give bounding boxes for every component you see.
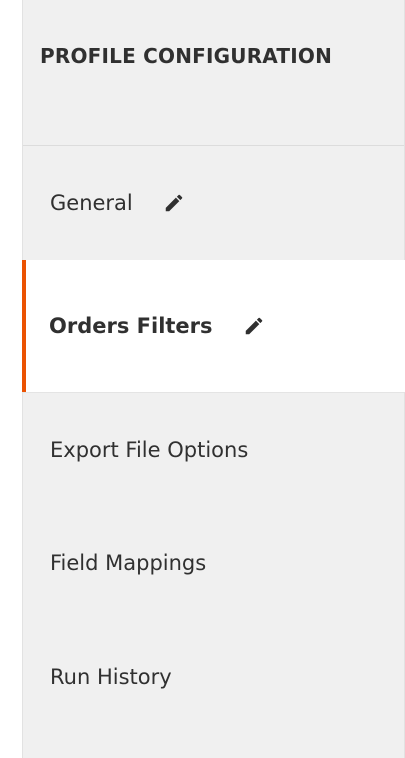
profile-configuration-panel: PROFILE CONFIGURATION General Orders Fil…	[22, 0, 405, 758]
pencil-icon	[243, 315, 265, 337]
nav-item-orders-filters[interactable]: Orders Filters	[22, 260, 405, 392]
nav-item-label: Export File Options	[50, 437, 249, 462]
pencil-icon	[163, 192, 185, 214]
nav-item-general[interactable]: General	[23, 146, 404, 260]
nav-item-export-file-options[interactable]: Export File Options	[23, 392, 404, 506]
nav-item-label: Run History	[50, 665, 172, 689]
nav-item-label: Field Mappings	[50, 551, 207, 575]
nav-item-label: Orders Filters	[49, 314, 213, 338]
profile-nav: General Orders Filters Export File Optio…	[22, 146, 405, 734]
nav-item-field-mappings[interactable]: Field Mappings	[23, 506, 404, 620]
nav-item-label: General	[50, 191, 133, 215]
panel-title: PROFILE CONFIGURATION	[40, 44, 333, 68]
panel-header: PROFILE CONFIGURATION	[23, 0, 404, 146]
nav-item-run-history[interactable]: Run History	[23, 620, 404, 734]
